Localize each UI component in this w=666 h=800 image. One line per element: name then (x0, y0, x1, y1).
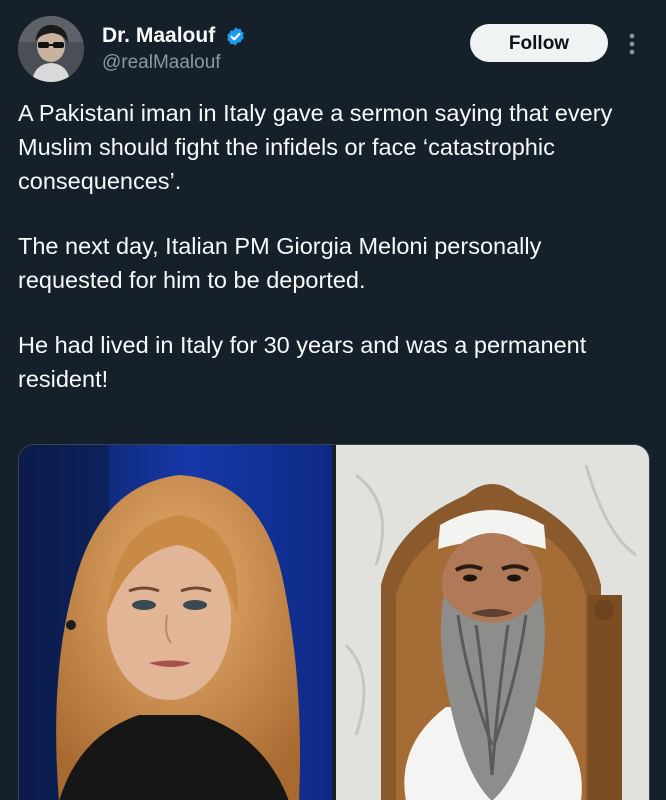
tweet-card: Dr. Maalouf @realMaalouf Follow A Pakist… (0, 0, 666, 800)
media-photo-right[interactable] (336, 445, 649, 800)
tweet-paragraph: The next day, Italian PM Giorgia Meloni … (18, 233, 542, 293)
tweet-header: Dr. Maalouf @realMaalouf Follow (18, 14, 648, 86)
author-display-name[interactable]: Dr. Maalouf (102, 24, 215, 48)
author-names: Dr. Maalouf @realMaalouf (102, 24, 246, 74)
tweet-media (18, 444, 650, 800)
avatar[interactable] (18, 16, 84, 82)
author-handle[interactable]: @realMaalouf (102, 52, 246, 74)
more-vertical-icon[interactable] (622, 28, 642, 60)
media-photo-left[interactable] (19, 445, 332, 800)
verified-badge-icon (226, 26, 244, 46)
tweet-body: A Pakistani iman in Italy gave a sermon … (18, 96, 648, 427)
tweet-paragraph: A Pakistani iman in Italy gave a sermon … (18, 100, 613, 194)
avatar-image (18, 16, 84, 82)
tweet-paragraph: He had lived in Italy for 30 years and w… (18, 332, 587, 392)
follow-button[interactable]: Follow (470, 24, 608, 62)
